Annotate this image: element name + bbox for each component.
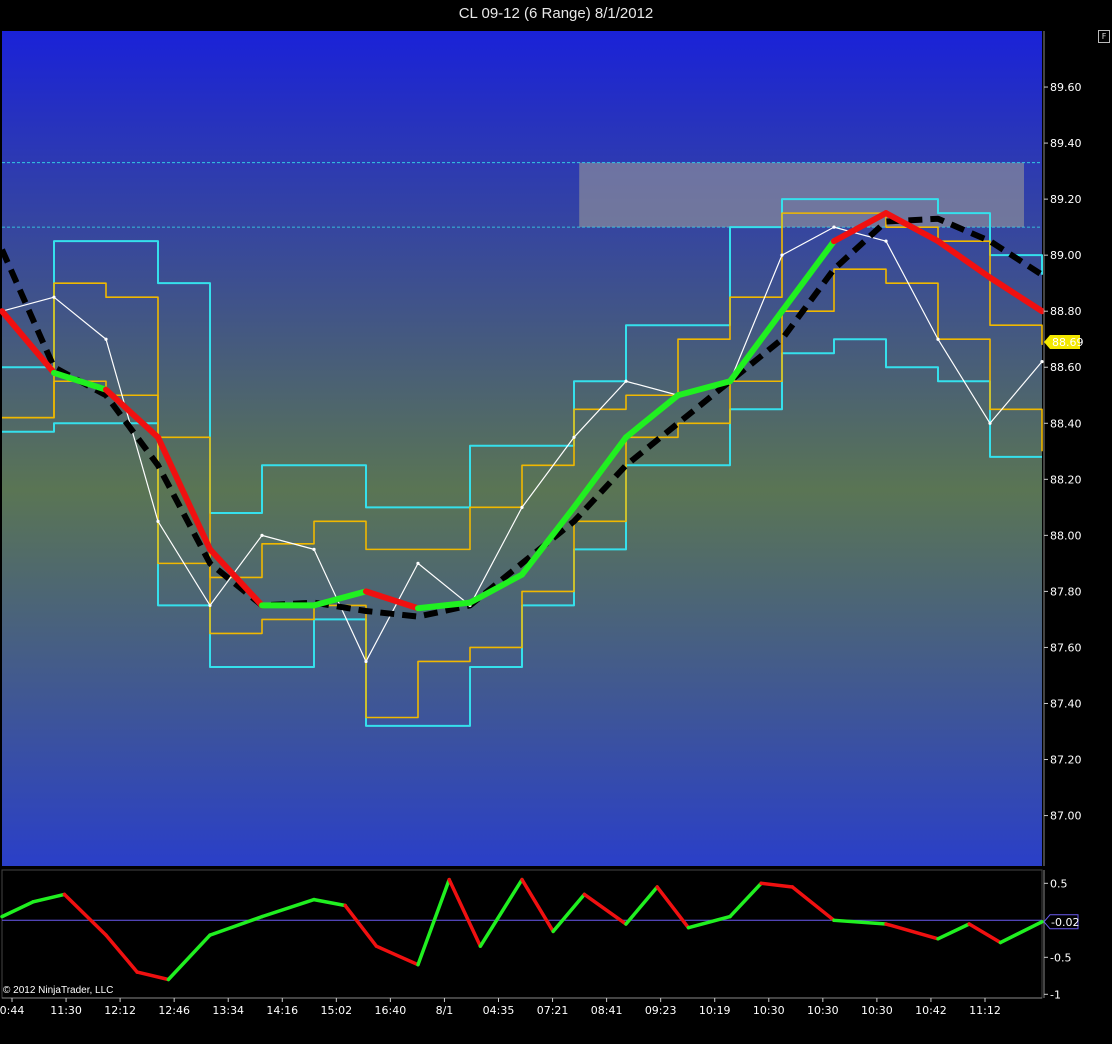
price-point [260,533,264,537]
price-tick-label: 89.20 [1050,193,1082,206]
price-y-axis: 89.60 89.40 89.20 89.00 88.80 88.60 88.40 88.20… [1043,31,1082,866]
price-tick-label: 87.80 [1050,585,1082,598]
price-point [988,421,992,425]
price-tick-label: 87.00 [1050,810,1082,823]
x-tick-label: 12:12 [104,1004,136,1017]
price-point [156,519,160,523]
time-x-axis: 0:44 11:30 12:12 12:46 13:34 14:16 15:02 16:40 8… [0,997,1042,1017]
price-point [364,659,368,664]
price-point [520,505,524,509]
price-tick-label: 88.60 [1050,361,1082,374]
x-tick-label: 0:44 [0,1004,24,1017]
price-point [780,253,784,257]
price-point [832,225,836,229]
last-oscillator-marker: -0.02 [1043,914,1079,930]
oscillator-y-axis: 0.5 -0.5 -1 [1043,870,1071,1001]
price-point [936,337,940,341]
x-tick-label: 10:42 [915,1004,947,1017]
last-price-marker: 88.69 [1044,335,1084,350]
format-button[interactable]: F [1098,30,1110,43]
x-tick-label: 15:02 [320,1004,352,1017]
x-tick-label: 11:30 [50,1004,82,1017]
x-tick-label: 07:21 [537,1004,569,1017]
x-tick-label: 12:46 [158,1004,190,1017]
price-point [208,603,212,608]
price-tick-label: 89.60 [1050,81,1082,94]
last-price-label: 88.69 [1052,336,1084,349]
resistance-zone [579,162,1024,228]
price-tick-label: 87.60 [1050,641,1082,654]
x-tick-label: 04:35 [483,1004,515,1017]
price-point [52,295,56,299]
osc-tick-label: -1 [1050,988,1061,1001]
price-point [312,547,316,551]
x-tick-label: 14:16 [266,1004,298,1017]
price-tick-label: 89.00 [1050,249,1082,262]
osc-tick-label: 0.5 [1050,877,1068,890]
x-tick-label: 8/1 [436,1004,454,1017]
price-tick-label: 89.40 [1050,137,1082,150]
price-point [1040,360,1044,364]
copyright-notice: © 2012 NinjaTrader, LLC [3,985,114,996]
osc-tick-label: -0.5 [1050,951,1071,964]
x-tick-label: 10:19 [699,1004,731,1017]
last-oscillator-label: -0.02 [1051,916,1079,929]
price-tick-label: 87.40 [1050,697,1082,710]
price-point [572,435,576,439]
x-tick-label: 09:23 [645,1004,677,1017]
x-tick-label: 10:30 [861,1004,893,1017]
price-tick-label: 87.20 [1050,754,1082,767]
price-point [416,561,420,565]
price-point [884,239,888,243]
x-tick-label: 10:30 [753,1004,785,1017]
x-tick-label: 16:40 [375,1004,407,1017]
price-point [624,379,628,383]
x-tick-label: 11:12 [969,1004,1001,1017]
price-tick-label: 88.80 [1050,305,1082,318]
x-tick-label: 08:41 [591,1004,623,1017]
chart-canvas[interactable]: 89.60 89.40 89.20 89.00 88.80 88.60 88.40 88.20… [0,0,1112,1044]
price-tick-label: 88.00 [1050,529,1082,542]
x-tick-label: 10:30 [807,1004,839,1017]
x-tick-label: 13:34 [212,1004,244,1017]
price-tick-label: 88.20 [1050,473,1082,486]
price-point [104,337,108,341]
price-tick-label: 88.40 [1050,417,1082,430]
